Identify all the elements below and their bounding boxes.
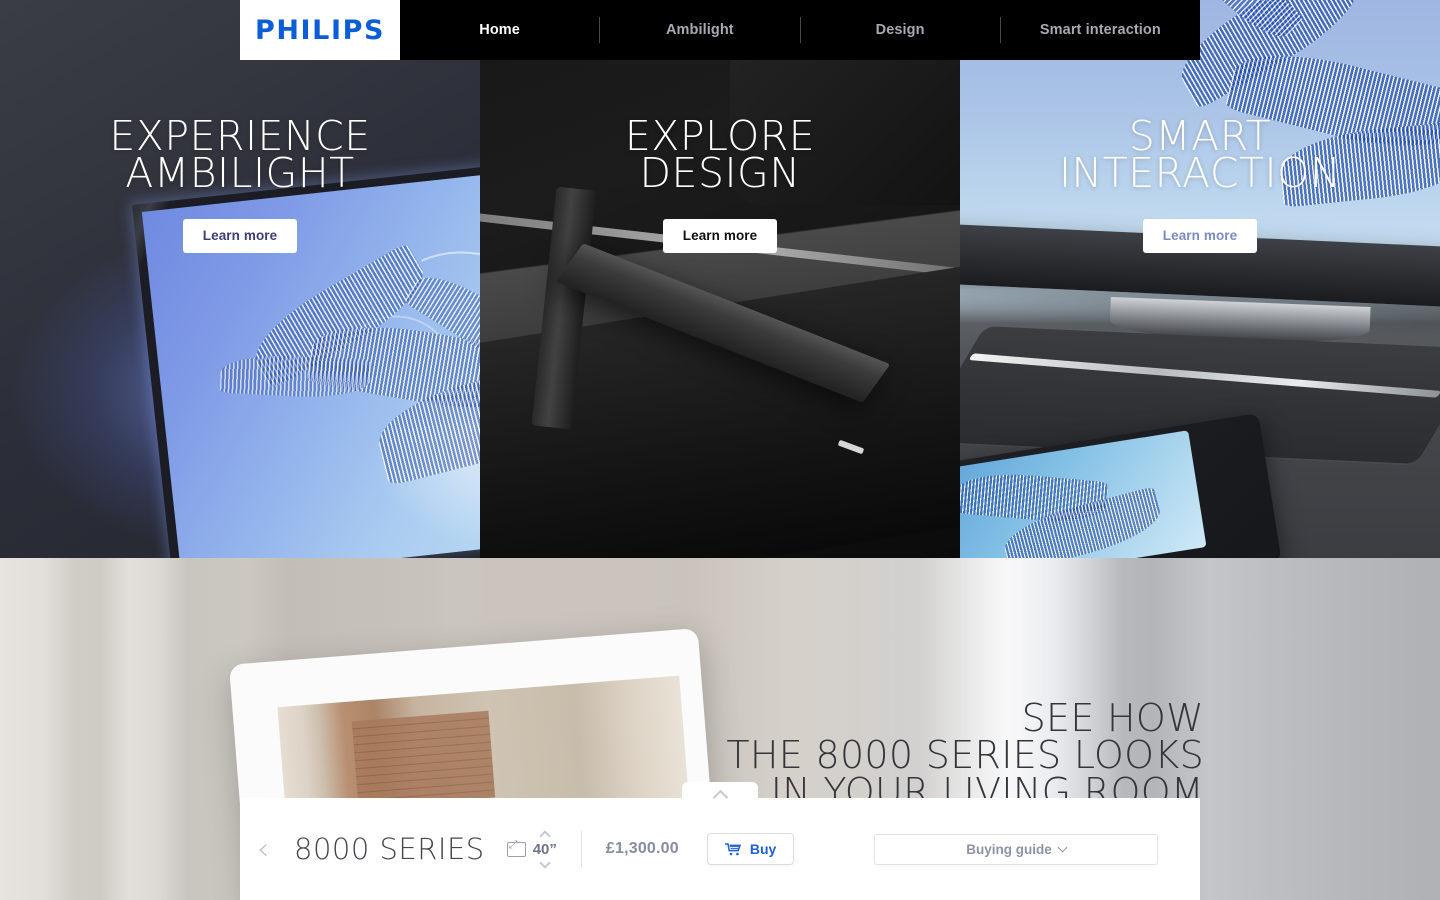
buy-button-label: Buy <box>749 841 777 857</box>
product-bar-collapse-toggle[interactable] <box>682 782 758 808</box>
buy-button[interactable]: Buy <box>706 833 795 865</box>
philips-logo-text: PHILIPS <box>254 14 386 46</box>
hero-title-line-2: INTERACTION <box>1058 149 1342 197</box>
product-name: 8000 SERIES <box>294 832 485 866</box>
hero-title-line-2: AMBILIGHT <box>125 149 355 197</box>
hero-title-line-2: DESIGN <box>639 149 801 197</box>
nav-item-ambilight[interactable]: Ambilight <box>600 22 799 38</box>
philips-logo[interactable]: PHILIPS <box>240 0 400 60</box>
chevron-down-icon <box>1057 842 1068 852</box>
living-room-headline: SEE HOW THE 8000 SERIES LOOKS IN YOUR LI… <box>726 696 1204 811</box>
brick-wall-detail <box>351 711 495 808</box>
shopping-cart-icon <box>724 842 742 856</box>
buying-guide-label: Buying guide <box>966 841 1052 857</box>
product-bar-divider <box>580 831 582 867</box>
top-navigation-bar: PHILIPS Home Ambilight Design Smart inte… <box>240 0 1200 60</box>
previous-product-button[interactable]: ‹ <box>240 832 286 867</box>
hero-carousel: EXPERIENCE AMBILIGHT Learn more EXPLORE … <box>0 0 1440 558</box>
screen-size-icon <box>506 838 526 857</box>
learn-more-button-ambilight[interactable]: Learn more <box>182 219 298 253</box>
nav-item-smart-interaction[interactable]: Smart interaction <box>1001 22 1200 38</box>
chevron-down-icon[interactable] <box>539 856 551 869</box>
page-root: EXPERIENCE AMBILIGHT Learn more EXPLORE … <box>0 0 1440 900</box>
product-price: £1,300.00 <box>605 840 679 857</box>
learn-more-button-design[interactable]: Learn more <box>662 219 778 253</box>
hero-panel-smart-interaction[interactable]: SMART INTERACTION Learn more <box>960 0 1440 558</box>
tablet-screen-artwork <box>960 430 1207 558</box>
headline-line-2: THE 8000 SERIES LOOKS <box>726 733 1204 777</box>
screen-size-control[interactable]: 40” <box>506 829 557 869</box>
screen-size-value: 40” <box>532 840 557 858</box>
nav-item-design[interactable]: Design <box>801 22 1000 38</box>
hero-panel-ambilight[interactable]: EXPERIENCE AMBILIGHT Learn more <box>0 0 480 558</box>
screen-size-stepper[interactable]: 40” <box>532 829 557 869</box>
nav-item-home[interactable]: Home <box>400 22 599 38</box>
screen-frond <box>219 352 372 400</box>
hero-panel-design[interactable]: EXPLORE DESIGN Learn more <box>480 0 960 558</box>
chevron-up-icon <box>712 789 728 805</box>
buying-guide-dropdown[interactable]: Buying guide <box>874 833 1158 865</box>
chevron-up-icon[interactable] <box>539 829 551 842</box>
nav-items: Home Ambilight Design Smart interaction <box>400 0 1200 60</box>
headline-line-1: SEE HOW <box>1021 696 1204 740</box>
learn-more-button-smart-interaction[interactable]: Learn more <box>1142 219 1258 253</box>
buying-guide-panel: Buying guide <box>832 798 1200 900</box>
